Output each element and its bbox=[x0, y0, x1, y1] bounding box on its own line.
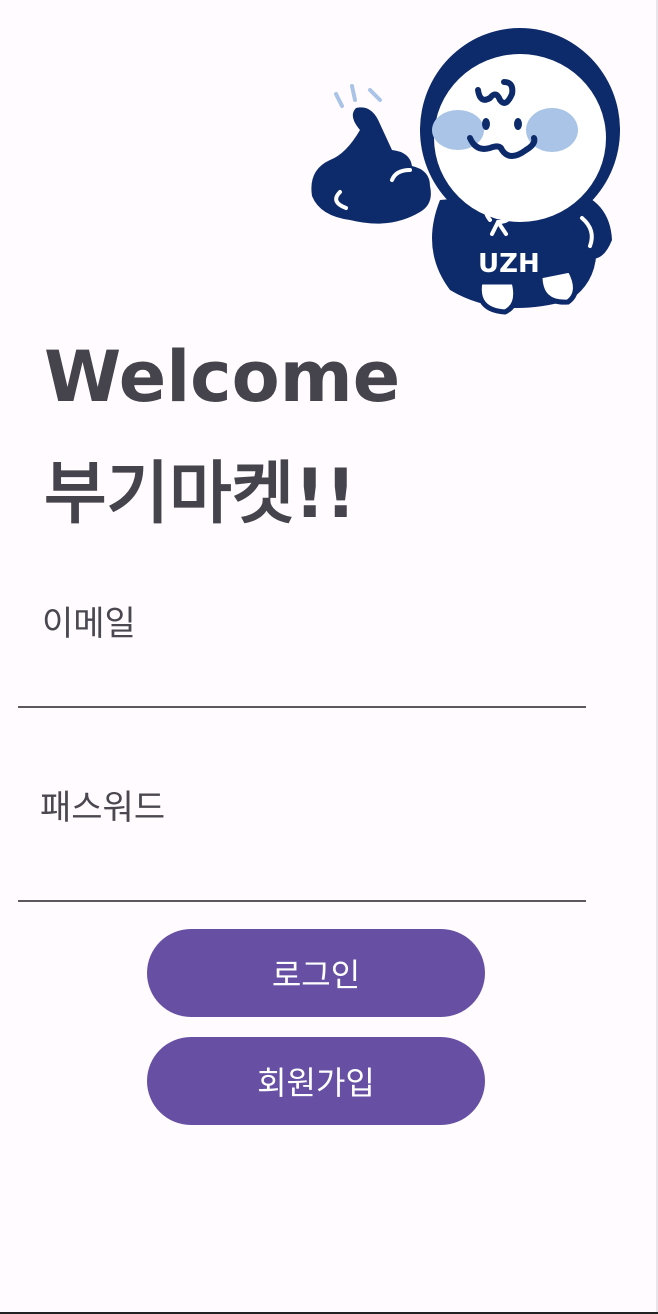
email-label: 이메일 bbox=[42, 604, 136, 644]
app-name-title: 부기마켓!! bbox=[44, 455, 357, 534]
mascot-shirt-text: UZH bbox=[478, 249, 540, 279]
login-button[interactable]: 로그인 bbox=[147, 929, 485, 1017]
password-label: 패스워드 bbox=[40, 788, 166, 828]
mascot-icon: UZH bbox=[311, 28, 620, 315]
sparkle-icon bbox=[334, 84, 382, 108]
welcome-title: Welcome bbox=[44, 336, 401, 418]
email-field[interactable]: 이메일 bbox=[18, 586, 586, 708]
signup-button[interactable]: 회원가입 bbox=[147, 1037, 485, 1125]
password-field[interactable]: 패스워드 bbox=[18, 780, 586, 902]
